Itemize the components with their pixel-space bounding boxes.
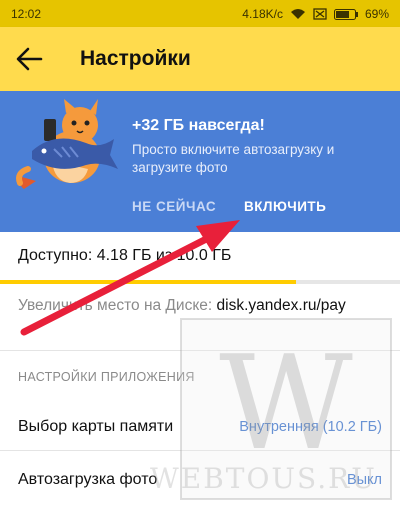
promo-title: +32 ГБ навсегда!	[132, 117, 265, 134]
storage-progress-fill	[0, 280, 296, 284]
status-time: 12:02	[11, 7, 42, 21]
increase-space-link[interactable]: disk.yandex.ru/pay	[217, 297, 346, 314]
not-now-button[interactable]: НЕ СЕЙЧАС	[132, 199, 216, 214]
status-bar: 12:02 4.18K/c 69%	[0, 0, 400, 27]
arrow-left-icon	[16, 47, 43, 71]
app-bar: Настройки	[0, 27, 400, 91]
increase-space-label: Увеличить место на Диске:	[18, 297, 217, 314]
promo-banner: +32 ГБ навсегда! Просто включите автозаг…	[0, 91, 400, 232]
increase-space-item[interactable]: Увеличить место на Диске: disk.yandex.ru…	[18, 296, 378, 316]
row-value[interactable]: Выкл	[347, 472, 382, 488]
page-title: Настройки	[80, 47, 191, 70]
enable-button[interactable]: ВКЛЮЧИТЬ	[244, 199, 326, 214]
wifi-icon	[290, 9, 305, 19]
no-signal-icon	[313, 8, 327, 20]
divider	[0, 350, 400, 351]
row-value[interactable]: Внутренняя (10.2 ГБ)	[239, 419, 382, 435]
back-button[interactable]	[14, 45, 44, 73]
storage-available-text: Доступно: 4.18 ГБ из 10.0 ГБ	[18, 247, 232, 264]
network-speed: 4.18K/c	[242, 7, 283, 21]
row-label: Выбор карты памяти	[18, 418, 174, 435]
photo-autoupload-row[interactable]: Автозагрузка фото Выкл	[0, 458, 400, 502]
storage-progress-bar	[0, 280, 400, 284]
storage-info: Доступно: 4.18 ГБ из 10.0 ГБ	[0, 232, 400, 284]
status-icons: 4.18K/c 69%	[242, 7, 389, 21]
battery-icon	[333, 8, 358, 20]
app-settings-header: НАСТРОЙКИ ПРИЛОЖЕНИЯ	[18, 370, 195, 384]
row-label: Автозагрузка фото	[18, 471, 158, 488]
battery-level: 69%	[364, 7, 389, 21]
promo-description: Просто включите автозагрузку и загрузите…	[132, 142, 335, 175]
cat-with-fish-illustration	[16, 99, 118, 189]
divider	[0, 450, 400, 451]
memory-card-selection-row[interactable]: Выбор карты памяти Внутренняя (10.2 ГБ)	[0, 405, 400, 449]
